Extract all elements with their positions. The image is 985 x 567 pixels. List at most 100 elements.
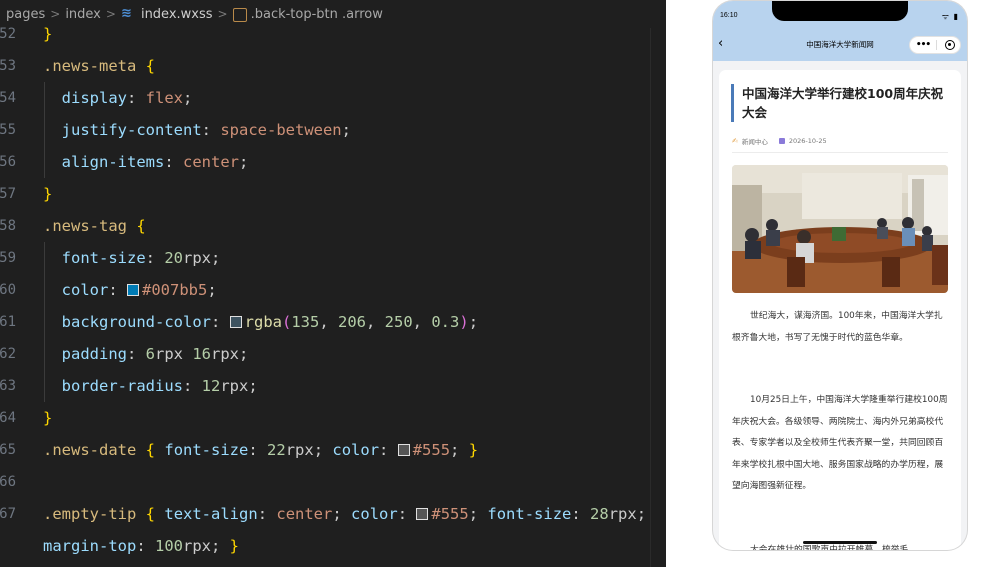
line-number: 64 [0, 410, 16, 426]
code-token: 22 [267, 441, 286, 459]
code-line[interactable]: 65 .news-date { font-size: 22rpx; color: … [0, 434, 666, 466]
code-token: font-size [487, 505, 572, 523]
code-token: , [366, 313, 385, 331]
phone-simulator: 16:10 ᯤ ▮ ‹ 中国海洋大学新闻网 ••• 中国海洋大学举行建校100周… [713, 1, 967, 550]
code-line[interactable]: 58 .news-tag { [0, 210, 666, 242]
color-swatch[interactable] [397, 444, 410, 456]
line-number: 61 [0, 314, 16, 330]
status-time: 16:10 [720, 12, 738, 19]
code-token: : [127, 89, 146, 107]
divider [732, 152, 948, 153]
code-text: border-radius: 12rpx; [43, 370, 258, 402]
code-token: background-color [61, 313, 211, 331]
code-text: } [43, 18, 52, 50]
code-editor[interactable]: pages > index > ≋ index.wxss > .back-top… [0, 0, 666, 567]
line-number: 55 [0, 122, 16, 138]
code-text: display: flex; [43, 82, 193, 114]
code-line[interactable]: 62 padding: 6rpx 16rpx; [0, 338, 666, 370]
code-token: { [145, 57, 156, 75]
line-number: 60 [0, 282, 16, 298]
code-token: 100 [155, 537, 183, 555]
code-token: : [257, 505, 277, 523]
code-line[interactable]: 64} [0, 402, 666, 434]
code-token: ; [239, 153, 249, 171]
code-token: rpx [155, 345, 193, 363]
code-token: 20 [164, 249, 184, 267]
code-token: } [43, 25, 53, 43]
code-token: ; [248, 377, 258, 395]
line-number: 67 [0, 506, 16, 522]
line-number: 53 [0, 58, 16, 74]
code-token: 250 [384, 313, 413, 331]
code-line[interactable]: 56 align-items: center; [0, 146, 666, 178]
code-token: border-radius [61, 377, 183, 395]
color-swatch[interactable] [127, 284, 140, 296]
code-token: #555 [431, 505, 469, 523]
code-line[interactable]: 59 font-size: 20rpx; [0, 242, 666, 274]
code-line[interactable]: 54 display: flex; [0, 82, 666, 114]
code-line[interactable]: 55 justify-content: space-between; [0, 114, 666, 146]
code-token: : [145, 249, 165, 267]
code-token: color [332, 441, 380, 459]
code-token: ; [183, 89, 193, 107]
scrollbar[interactable] [650, 28, 664, 567]
code-token: .empty-tip [43, 505, 137, 523]
code-line[interactable]: 57} [0, 178, 666, 210]
line-number: 52 [0, 26, 16, 42]
code-text: align-items: center; [43, 146, 249, 178]
color-swatch[interactable] [229, 316, 242, 328]
code-token: #555 [412, 441, 451, 459]
code-token: , [319, 313, 338, 331]
code-token: } [43, 409, 53, 427]
code-token: 135 [291, 313, 320, 331]
more-icon[interactable]: ••• [910, 40, 936, 50]
code-line[interactable]: margin-top: 100rpx; } [0, 530, 666, 562]
code-text: .news-meta { [43, 50, 155, 82]
capsule-menu[interactable]: ••• [909, 36, 961, 54]
wifi-battery-icon: ᯤ ▮ [941, 12, 959, 21]
code-token: text-align [164, 505, 258, 523]
code-line[interactable]: 61 background-color: rgba(135, 206, 250,… [0, 306, 666, 338]
code-line[interactable]: 67 .empty-tip { text-align: center; color… [0, 498, 666, 530]
code-token: ; [313, 441, 333, 459]
code-token: : [397, 505, 417, 523]
close-target-icon[interactable] [945, 40, 955, 50]
code-token: { [145, 505, 156, 523]
code-line[interactable]: 66 [0, 466, 666, 498]
code-line[interactable]: 53 .news-meta { [0, 50, 666, 82]
code-token: space-between [220, 121, 342, 139]
code-token: 6 [145, 345, 156, 363]
code-token: ; [332, 505, 352, 523]
code-line[interactable]: 52} [0, 18, 666, 50]
code-token: 0.3 [431, 313, 460, 331]
article-photo [732, 165, 948, 293]
code-text: .news-tag { [43, 210, 146, 242]
code-token: : [127, 345, 146, 363]
code-token: rpx [211, 345, 240, 363]
line-number: 54 [0, 90, 16, 106]
code-token: font-size [164, 441, 249, 459]
code-token: ; [341, 121, 351, 139]
color-swatch[interactable] [416, 508, 429, 520]
line-number: 58 [0, 218, 16, 234]
code-line[interactable]: 63 border-radius: 12rpx; [0, 370, 666, 402]
line-number: 62 [0, 346, 16, 362]
code-token: } [43, 185, 53, 203]
code-text: background-color: rgba(135, 206, 250, 0.… [43, 306, 478, 338]
code-token: { [136, 217, 146, 235]
code-token: : [210, 313, 230, 331]
line-number: 56 [0, 154, 16, 170]
code-token: rpx [183, 249, 212, 267]
code-token: : [379, 441, 398, 459]
code-line[interactable]: 60 color: #007bb5; [0, 274, 666, 306]
code-text: color: #007bb5; [43, 274, 217, 306]
code-token: ; [211, 249, 221, 267]
